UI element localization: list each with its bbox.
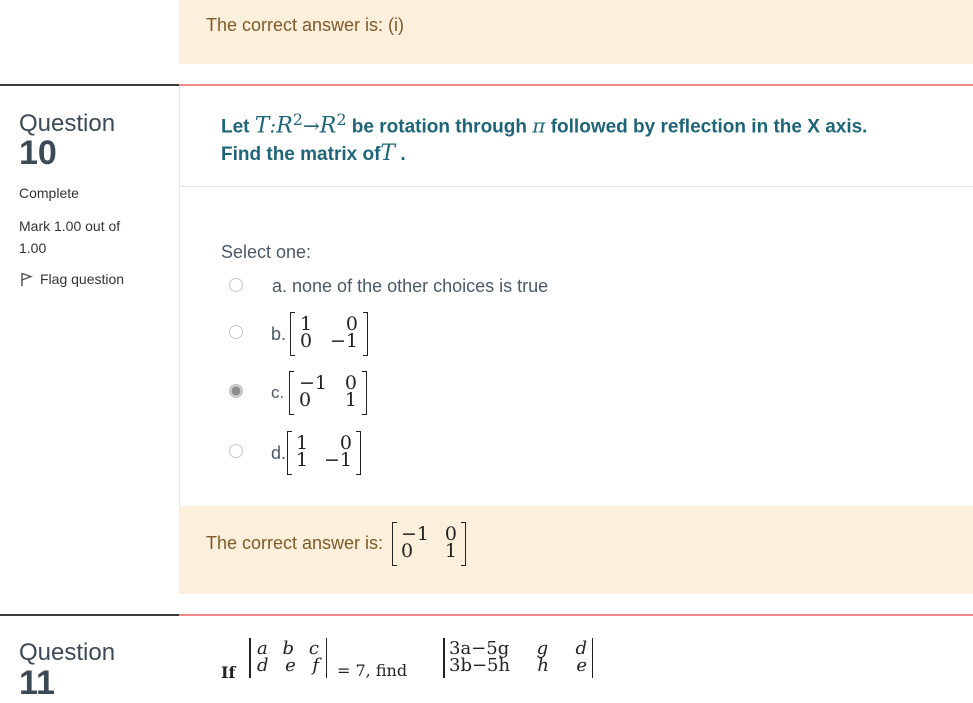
text-let: Let bbox=[221, 116, 250, 138]
matrix-cell: 1 bbox=[296, 449, 309, 471]
math-T: T bbox=[254, 113, 270, 139]
matrix-bracket-left bbox=[392, 522, 397, 566]
matrix-cell: 1 bbox=[344, 389, 357, 411]
det-cell: d bbox=[257, 655, 269, 676]
text-reflection: followed by reflection in the X axis. bbox=[550, 116, 868, 138]
option-b-matrix: 10 0 −1 bbox=[290, 312, 368, 356]
math-pi: π bbox=[532, 113, 546, 138]
math-R-domain: R bbox=[276, 113, 293, 139]
text-equals-find: = 7, find bbox=[337, 661, 408, 678]
question-divider-left bbox=[0, 84, 179, 86]
det-cell: e bbox=[285, 655, 296, 676]
question-number: 10 bbox=[19, 134, 57, 172]
matrix-cell: −1 bbox=[329, 330, 358, 352]
previous-feedback-panel: The correct answer is: (i) bbox=[179, 0, 973, 64]
matrix-cell: 1 bbox=[444, 540, 457, 562]
math-T-2: T bbox=[380, 141, 396, 166]
det-bar-left bbox=[249, 638, 251, 678]
next-question-text: If abc def = 7, find 3a−5g g d 3b−5h h e bbox=[221, 636, 973, 678]
question-text-line1: Let T:R2→R2 be rotation through π follow… bbox=[221, 110, 867, 138]
det-bar-right bbox=[591, 638, 593, 678]
math-arrow: → bbox=[302, 113, 320, 138]
select-one-prompt: Select one: bbox=[221, 242, 312, 262]
det-cell: e bbox=[576, 655, 587, 676]
text-period: . bbox=[400, 144, 406, 165]
text-find-matrix: Find the matrix of bbox=[221, 144, 381, 165]
question-divider-right bbox=[179, 84, 973, 86]
det-bar-right bbox=[325, 638, 327, 678]
question-feedback-text: The correct answer is: bbox=[206, 533, 384, 553]
option-b-radio[interactable] bbox=[229, 325, 243, 339]
correct-answer-matrix: −1 0 01 bbox=[392, 522, 466, 566]
flag-question-link[interactable]: Flag question bbox=[19, 271, 124, 287]
det-cell: f bbox=[312, 655, 319, 676]
text-if: If bbox=[221, 663, 236, 678]
matrix-bracket-left bbox=[289, 371, 294, 415]
question-state: Complete bbox=[19, 185, 79, 201]
next-question-divider-right bbox=[179, 614, 973, 616]
option-d-label[interactable]: d. bbox=[271, 443, 286, 464]
question-text-separator bbox=[180, 186, 973, 187]
text-rotation: be rotation through bbox=[351, 116, 527, 138]
next-question-divider-left bbox=[0, 614, 179, 616]
det-cell: 3b−5h bbox=[449, 655, 511, 676]
math-exp-domain: 2 bbox=[292, 110, 303, 129]
matrix-bracket-left bbox=[287, 431, 292, 475]
math-exp-codomain: 2 bbox=[336, 110, 347, 129]
option-a-label[interactable]: a. none of the other choices is true bbox=[272, 276, 548, 297]
matrix-bracket-left bbox=[290, 312, 295, 356]
matrix-bracket-right bbox=[362, 371, 367, 415]
matrix-cell: 0 bbox=[300, 330, 313, 352]
option-c-radio[interactable] bbox=[229, 384, 243, 398]
option-c-matrix: −1 0 01 bbox=[289, 371, 367, 415]
previous-feedback-text: The correct answer is: (i) bbox=[206, 15, 405, 35]
option-d-matrix: 10 1 −1 bbox=[287, 431, 361, 475]
question-feedback-panel: The correct answer is: −1 0 01 bbox=[179, 506, 973, 594]
content-vertical-rule bbox=[179, 86, 180, 506]
option-a-radio[interactable] bbox=[229, 278, 243, 292]
question-mark-line2: 1.00 bbox=[19, 240, 47, 256]
math-R-codomain: R bbox=[319, 113, 337, 139]
next-question-number: 11 bbox=[19, 664, 55, 702]
matrix-bracket-right bbox=[363, 312, 368, 356]
question-text-line2: Find the matrix ofT . bbox=[221, 141, 406, 166]
matrix-bracket-right bbox=[461, 522, 466, 566]
det-cell: h bbox=[537, 655, 550, 676]
option-d-radio[interactable] bbox=[229, 444, 243, 458]
determinant-1: abc def bbox=[249, 638, 327, 678]
option-b-label[interactable]: b. bbox=[271, 324, 286, 345]
option-c-label[interactable]: c. bbox=[271, 383, 284, 403]
matrix-bracket-right bbox=[356, 431, 361, 475]
matrix-cell: 0 bbox=[299, 389, 312, 411]
matrix-cell: 0 bbox=[401, 540, 414, 562]
flag-icon bbox=[21, 272, 33, 286]
determinant-2: 3a−5g g d 3b−5h h e bbox=[443, 638, 593, 678]
det-bar-left bbox=[443, 638, 445, 678]
flag-question-label: Flag question bbox=[40, 271, 125, 287]
next-question-label: Question bbox=[19, 639, 116, 666]
question-mark-line1: Mark 1.00 out of bbox=[19, 218, 121, 234]
matrix-cell: −1 bbox=[323, 449, 352, 471]
